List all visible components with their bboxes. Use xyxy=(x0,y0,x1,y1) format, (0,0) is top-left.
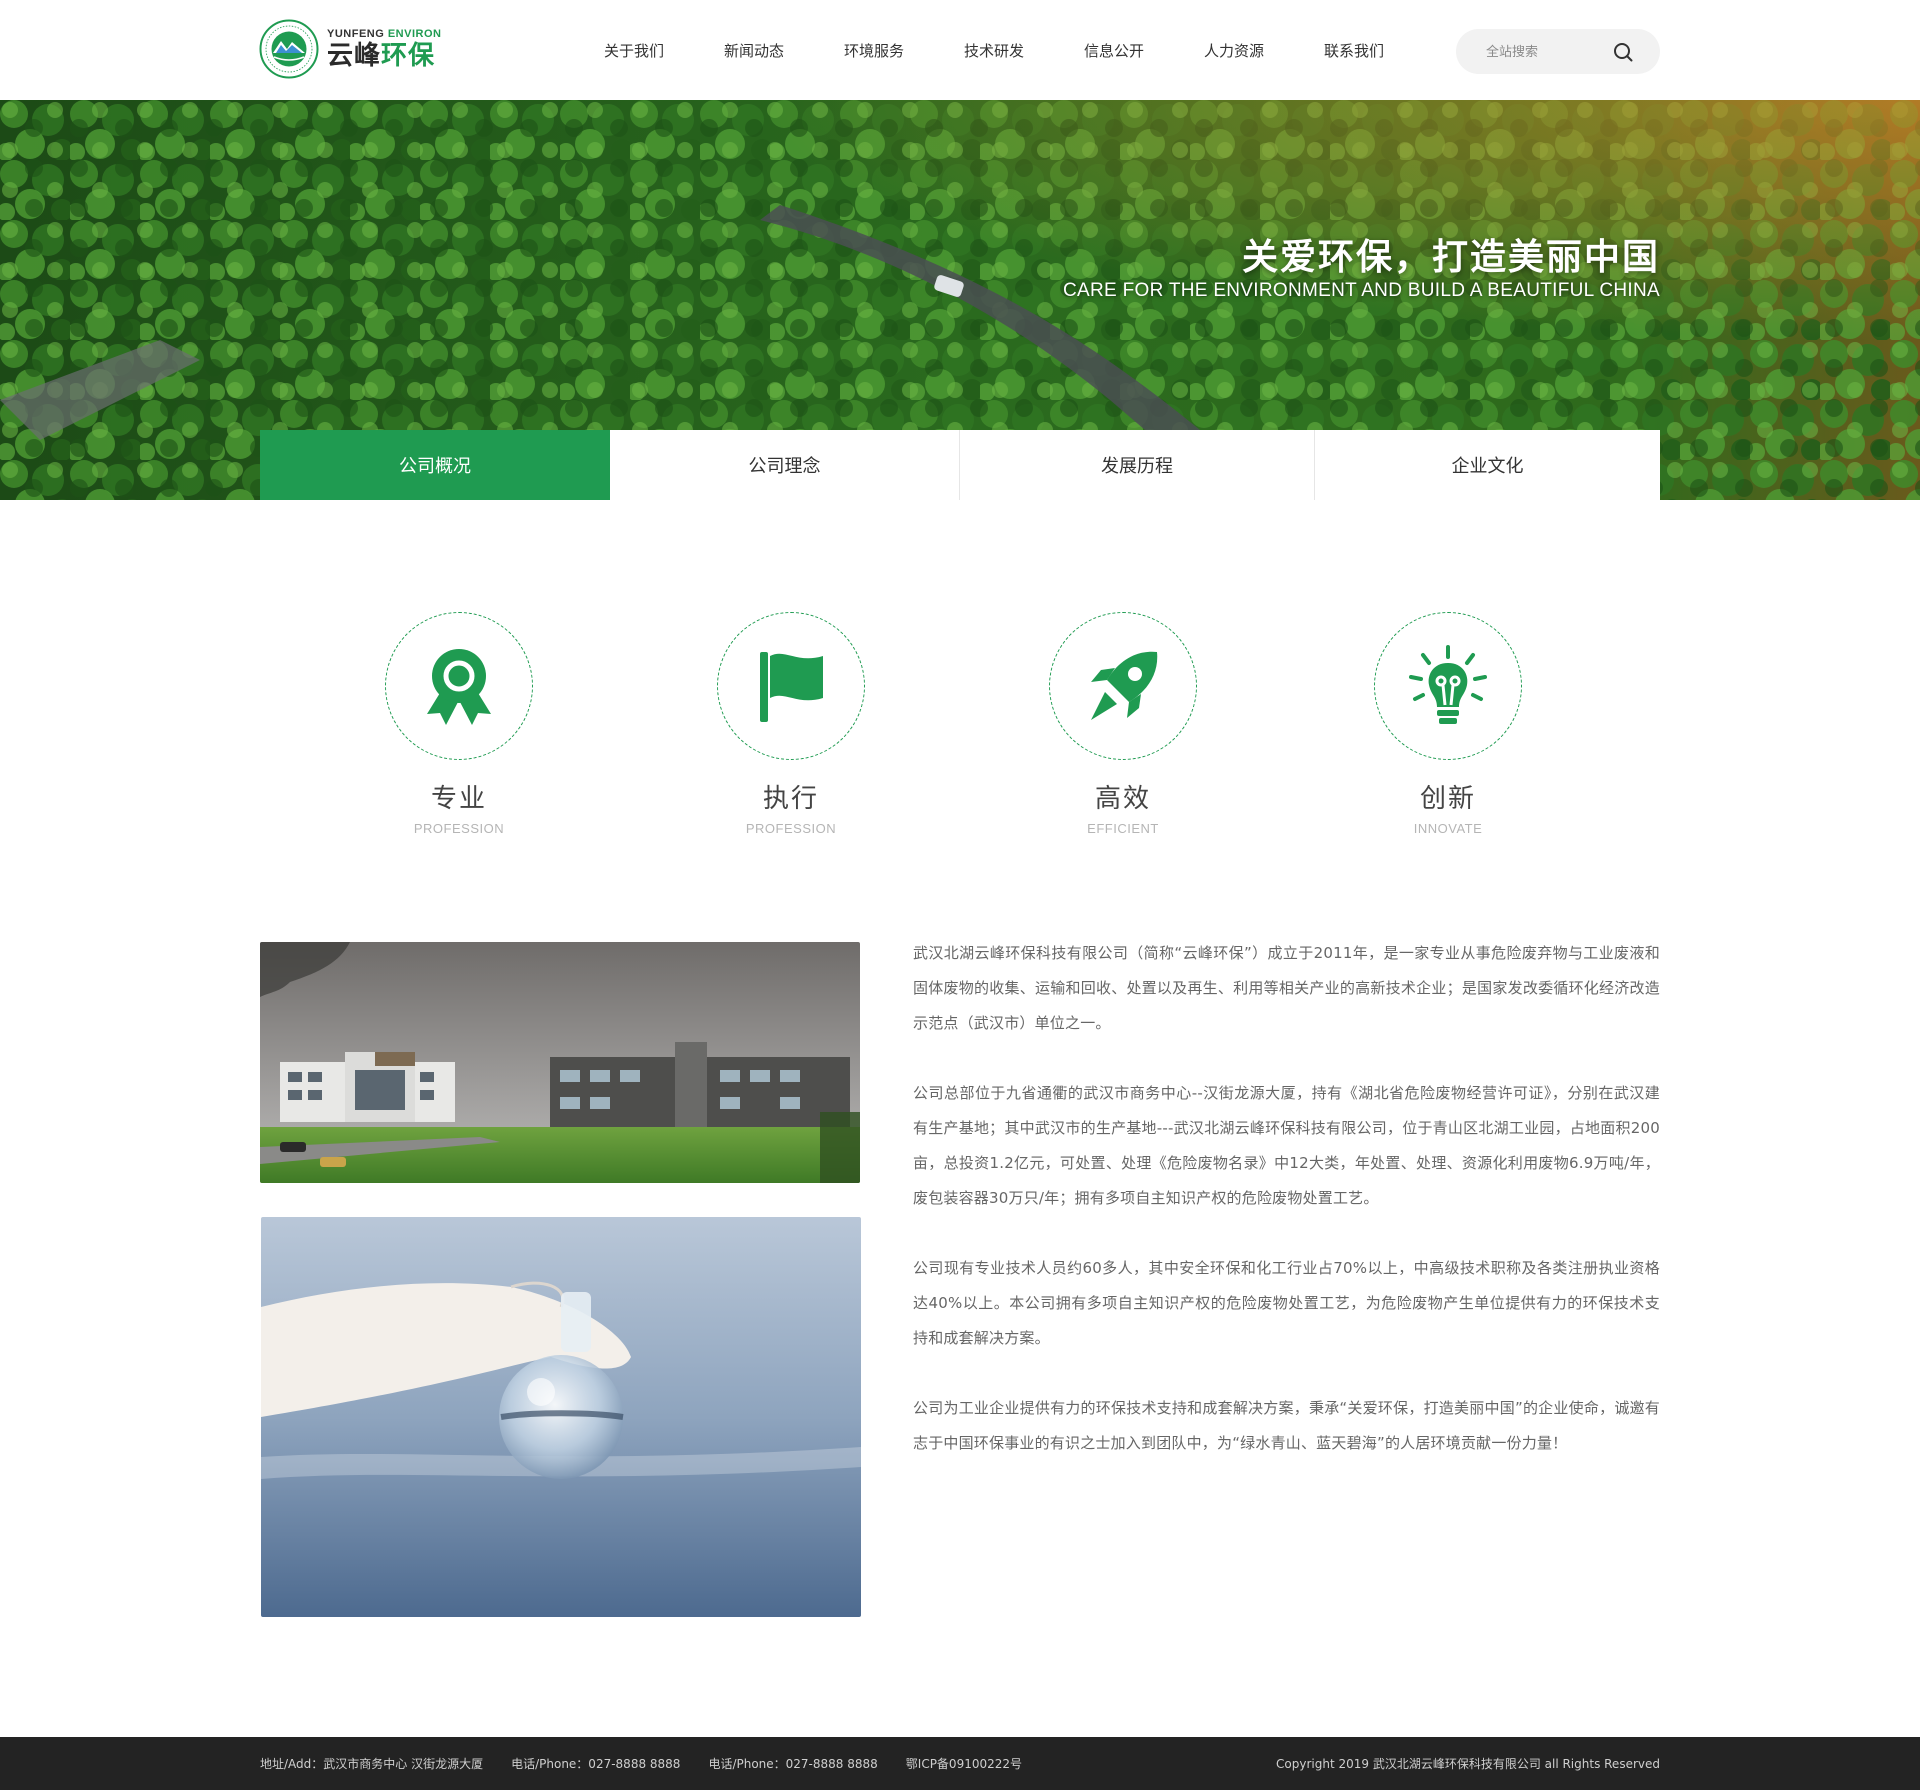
banner-subtitle: CARE FOR THE ENVIRONMENT AND BUILD A BEA… xyxy=(1063,280,1660,301)
brand-en-word1: YUNFENG xyxy=(327,28,385,40)
value-execution: 执行 PROFESSION xyxy=(691,612,891,836)
nav-item-contact[interactable]: 联系我们 xyxy=(1294,40,1414,61)
tab-company-philosophy[interactable]: 公司理念 xyxy=(610,430,960,500)
company-building-photo xyxy=(260,942,860,1183)
tab-company-overview[interactable]: 公司概况 xyxy=(260,430,610,500)
award-ribbon-icon xyxy=(427,649,491,725)
intro-paragraph: 公司为工业企业提供有力的环保技术支持和成套解决方案，秉承“关爱环保，打造美丽中国… xyxy=(913,1399,1660,1452)
main-nav: 关于我们 新闻动态 环境服务 技术研发 信息公开 人力资源 联系我们 xyxy=(574,0,1414,100)
tab-development-history[interactable]: 发展历程 xyxy=(960,430,1315,500)
nav-item-about[interactable]: 关于我们 xyxy=(574,40,694,61)
flag-icon xyxy=(760,652,823,722)
value-subtitle: PROFESSION xyxy=(413,821,505,836)
brand-cn-word1: 云峰 xyxy=(327,41,382,71)
tab-corporate-culture[interactable]: 企业文化 xyxy=(1315,430,1660,500)
footer-copyright: Copyright 2019 武汉北湖云峰环保科技有限公司 all Rights… xyxy=(1276,1757,1660,1771)
logo-emblem-icon xyxy=(259,19,319,79)
site-footer: 地址/Add：武汉市商务中心 汉街龙源大厦 电话/Phone：027-8888 … xyxy=(0,1737,1920,1790)
value-title: 执行 xyxy=(762,784,819,814)
value-title: 高效 xyxy=(1094,784,1151,814)
nav-item-news[interactable]: 新闻动态 xyxy=(694,40,814,61)
value-title: 创新 xyxy=(1419,784,1476,814)
site-header: YUNFENG ENVIRON 云峰环保 关于我们 新闻动态 环境服务 技术研发… xyxy=(0,0,1920,100)
value-subtitle: EFFICIENT xyxy=(1087,821,1159,836)
nav-item-disclosure[interactable]: 信息公开 xyxy=(1054,40,1174,61)
value-title: 专业 xyxy=(430,784,487,814)
value-profession: 专业 PROFESSION xyxy=(359,612,559,836)
logo[interactable]: YUNFENG ENVIRON 云峰环保 xyxy=(259,19,441,79)
value-efficiency: 高效 EFFICIENT xyxy=(1023,612,1223,836)
footer-phone: 电话/Phone：027-8888 8888 xyxy=(708,1757,878,1771)
intro-paragraph: 公司总部位于九省通衢的武汉市商务中心--汉街龙源大厦，持有《湖北省危险废物经营许… xyxy=(913,1084,1660,1207)
search-box xyxy=(1456,29,1660,76)
rocket-icon xyxy=(1091,651,1158,720)
value-profession-circle xyxy=(385,612,533,760)
footer-icp-link[interactable]: 鄂ICP备09100222号 xyxy=(906,1755,1022,1772)
banner-title: 关爱环保，打造美丽中国 xyxy=(1241,237,1660,278)
nav-item-hr[interactable]: 人力资源 xyxy=(1174,40,1294,61)
value-efficiency-circle xyxy=(1049,612,1197,760)
nav-item-rnd[interactable]: 技术研发 xyxy=(934,40,1054,61)
company-introduction: 武汉北湖云峰环保科技有限公司（简称“云峰环保”）成立于2011年，是一家专业从事… xyxy=(913,936,1660,1496)
search-input[interactable] xyxy=(1484,29,1618,76)
water-sample-flask-photo xyxy=(261,1217,861,1617)
value-execution-circle xyxy=(717,612,865,760)
lightbulb-icon xyxy=(1409,645,1487,724)
intro-paragraph: 公司现有专业技术人员约60多人，其中安全环保和化工行业占70%以上，中高级技术职… xyxy=(913,1259,1660,1347)
brand-en-word2: ENVIRON xyxy=(387,28,442,40)
intro-paragraph: 武汉北湖云峰环保科技有限公司（简称“云峰环保”）成立于2011年，是一家专业从事… xyxy=(913,944,1660,1032)
value-subtitle: PROFESSION xyxy=(745,821,837,836)
value-subtitle: INNOVATE xyxy=(1413,821,1483,836)
footer-phone: 电话/Phone：027-8888 8888 xyxy=(511,1757,681,1771)
footer-address: 地址/Add：武汉市商务中心 汉街龙源大厦 xyxy=(260,1757,484,1771)
brand-cn-word2: 环保 xyxy=(381,41,436,71)
value-innovation: 创新 INNOVATE xyxy=(1348,612,1548,836)
search-icon[interactable] xyxy=(1610,39,1636,65)
section-tabs: 公司概况 公司理念 发展历程 企业文化 xyxy=(260,430,1660,500)
value-innovation-circle xyxy=(1374,612,1522,760)
nav-item-services[interactable]: 环境服务 xyxy=(814,40,934,61)
